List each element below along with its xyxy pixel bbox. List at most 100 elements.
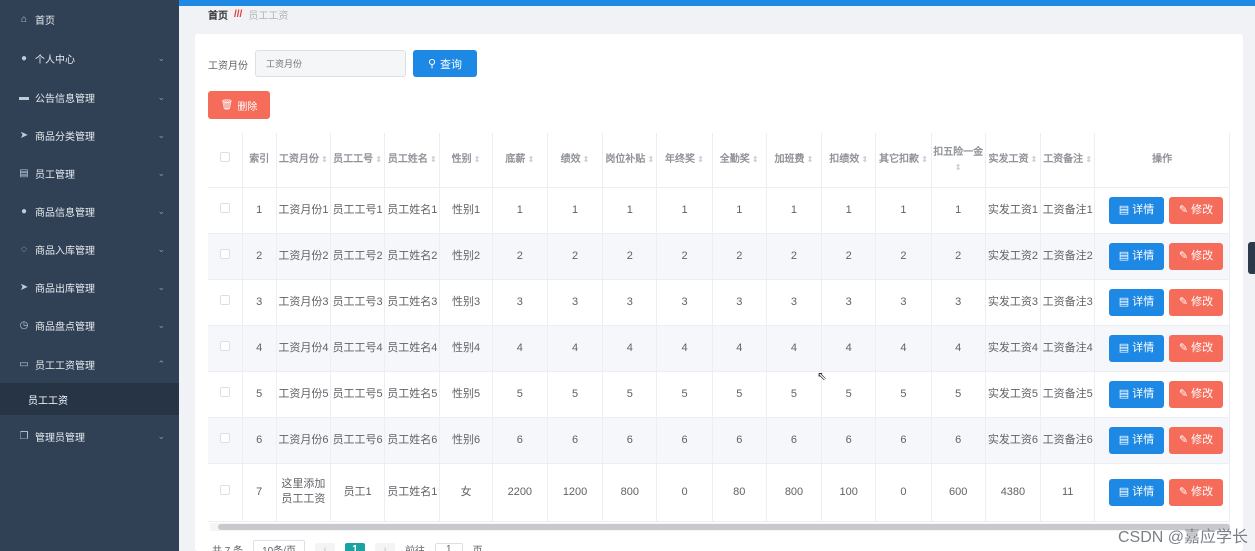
sidebar-item-3[interactable]: ➤ 商品分类管理 ⌄ — [0, 116, 179, 154]
detail-button[interactable]: ▤ 详情 — [1109, 288, 1164, 316]
row-checkbox[interactable] — [219, 484, 230, 495]
row-checkbox[interactable] — [219, 432, 230, 443]
sort-icon[interactable]: ⇕ — [955, 163, 962, 172]
column-header[interactable]: 性别 ⇕ — [439, 133, 493, 188]
column-header[interactable]: 扣绩效 ⇕ — [821, 133, 877, 188]
table-cell: 2 — [712, 233, 767, 280]
table-cell: 2 — [875, 233, 932, 280]
row-checkbox[interactable] — [219, 340, 230, 351]
detail-button[interactable]: ▤ 详情 — [1109, 242, 1164, 270]
sidebar-item-1[interactable]: ● 个人中心 ⌄ — [0, 39, 179, 77]
sort-icon[interactable]: ⇕ — [1083, 155, 1092, 164]
query-button[interactable]: ⚲ 查询 — [413, 50, 477, 77]
sidebar-item-label: 管理员管理 — [35, 432, 85, 444]
column-header[interactable]: 其它扣款 ⇕ — [875, 133, 932, 188]
sidebar-item-8[interactable]: ◷ 商品盘点管理 ⌄ — [0, 306, 179, 344]
column-header[interactable]: 岗位补贴 ⇕ — [602, 133, 658, 188]
sort-icon[interactable]: ⇕ — [859, 155, 868, 164]
sort-icon[interactable]: ⇕ — [805, 155, 814, 164]
current-page-button[interactable]: 1 — [345, 542, 366, 551]
column-header[interactable]: 绩效 ⇕ — [547, 133, 604, 188]
row-checkbox[interactable] — [219, 202, 230, 213]
sort-icon[interactable]: ⇕ — [1028, 155, 1038, 164]
table-cell: 员工姓名2 — [384, 233, 441, 280]
table-cell: 1 — [547, 187, 604, 234]
sidebar-item-9[interactable]: ▭ 员工工资管理 ⌃ — [0, 345, 179, 383]
sidebar-item-7[interactable]: ➤ 商品出库管理 ⌄ — [0, 268, 179, 306]
column-header[interactable]: 扣五险一金 ⇕ — [931, 133, 986, 188]
sort-icon[interactable]: ⇕ — [695, 155, 704, 164]
column-header[interactable]: 加班费 ⇕ — [766, 133, 823, 188]
goto-page-input[interactable]: 1 — [435, 543, 463, 551]
sidebar-item-4[interactable]: ▤ 员工管理 ⌄ — [0, 154, 179, 192]
detail-button[interactable]: ▤ 详情 — [1109, 334, 1164, 362]
sort-icon[interactable]: ⇕ — [581, 155, 590, 164]
edit-button[interactable]: ✎ 修改 — [1169, 288, 1223, 316]
table-row: 4 工资月份4 员工工号4 员工姓名4 性别4 4 4 4 4 4 4 4 4 4 实发工资4 工资备注4 ▤ 详… — [208, 325, 1230, 372]
right-edge-toggle[interactable] — [1248, 242, 1255, 274]
table-cell: 5 — [712, 371, 767, 418]
table-cell: 2 — [547, 233, 604, 280]
table-cell: 性别5 — [439, 371, 493, 418]
sidebar-item-2[interactable]: ▬ 公告信息管理 ⌄ — [0, 78, 179, 116]
sidebar-item-0[interactable]: ⌂ 首页 — [0, 0, 179, 38]
column-header[interactable]: 员工姓名 ⇕ — [384, 133, 441, 188]
sort-icon[interactable]: ⇕ — [428, 155, 437, 164]
page-size-select[interactable]: 10条/页 — [253, 540, 306, 551]
column-header[interactable]: 员工工号 ⇕ — [330, 133, 386, 188]
edit-button[interactable]: ✎ 修改 — [1169, 334, 1223, 362]
column-header[interactable]: 工资备注 ⇕ — [1040, 133, 1096, 188]
salary-month-input[interactable] — [255, 50, 406, 77]
next-page-button[interactable]: › — [375, 542, 396, 551]
edit-button[interactable]: ✎ 修改 — [1169, 242, 1223, 270]
document-icon: ▤ — [1118, 433, 1130, 446]
table-cell: 员工姓名6 — [384, 417, 441, 464]
table-cell: 性别1 — [439, 187, 493, 234]
row-checkbox[interactable] — [219, 386, 230, 397]
sort-icon[interactable]: ⇕ — [919, 155, 928, 164]
column-header[interactable]: 实发工资 ⇕ — [985, 133, 1042, 188]
row-checkbox[interactable] — [219, 294, 230, 305]
table-cell: 3 — [602, 279, 658, 326]
table-cell: 员工1 — [330, 463, 386, 522]
sidebar-item-6[interactable]: ◌ 商品入库管理 ⌄ — [0, 230, 179, 268]
prev-page-button[interactable]: ‹ — [315, 542, 336, 551]
table-cell: 4 — [931, 325, 986, 372]
column-header-label: 绩效 — [560, 154, 581, 166]
breadcrumb-home[interactable]: 首页 — [208, 7, 228, 22]
delete-button[interactable]: 🗑 删除 — [208, 91, 270, 119]
column-header[interactable]: 底薪 ⇕ — [492, 133, 548, 188]
sidebar-subitem-salary[interactable]: 员工工资 — [0, 383, 179, 415]
column-header[interactable]: 全勤奖 ⇕ — [712, 133, 767, 188]
row-checkbox[interactable] — [219, 248, 230, 259]
edit-button[interactable]: ✎ 修改 — [1169, 426, 1223, 454]
breadcrumb: 首页 /// 员工工资 — [208, 7, 288, 22]
column-header[interactable]: 工资月份 ⇕ — [276, 133, 332, 188]
edit-button[interactable]: ✎ 修改 — [1169, 380, 1223, 408]
detail-button-label: 详情 — [1132, 485, 1155, 498]
table-cell: 1 — [875, 187, 932, 234]
sidebar-item-5[interactable]: ● 商品信息管理 ⌄ — [0, 192, 179, 230]
edit-button[interactable]: ✎ 修改 — [1169, 196, 1223, 224]
detail-button[interactable]: ▤ 详情 — [1109, 196, 1164, 224]
sort-icon[interactable]: ⇕ — [750, 155, 759, 164]
chevron-down-icon: ⌄ — [157, 320, 165, 330]
column-header[interactable]: 年终奖 ⇕ — [656, 133, 713, 188]
detail-button[interactable]: ▤ 详情 — [1109, 380, 1164, 408]
detail-button[interactable]: ▤ 详情 — [1109, 426, 1164, 454]
table-cell: 4 — [712, 325, 767, 372]
sort-icon[interactable]: ⇕ — [373, 155, 382, 164]
table-cell: 7 — [242, 463, 277, 522]
detail-button[interactable]: ▤ 详情 — [1109, 478, 1164, 506]
detail-button-label: 详情 — [1132, 203, 1155, 216]
sort-icon[interactable]: ⇕ — [525, 155, 535, 164]
sidebar-item-10[interactable]: ❐ 管理员管理 ⌄ — [0, 417, 179, 455]
sort-icon[interactable]: ⇕ — [472, 155, 481, 164]
select-all-checkbox[interactable] — [219, 152, 230, 163]
sort-icon[interactable]: ⇕ — [645, 155, 655, 164]
sort-icon[interactable]: ⇕ — [319, 155, 328, 164]
edit-button[interactable]: ✎ 修改 — [1169, 478, 1223, 506]
table-cell: 5 — [547, 371, 604, 418]
salary-table: 索引 工资月份 ⇕ 员工工号 ⇕ 员工姓名 ⇕ 性别 ⇕ 底薪 ⇕ 绩效 ⇕ 岗位补贴 ⇕ 年终… — [208, 133, 1230, 522]
horizontal-scrollbar-thumb[interactable] — [218, 524, 1230, 530]
